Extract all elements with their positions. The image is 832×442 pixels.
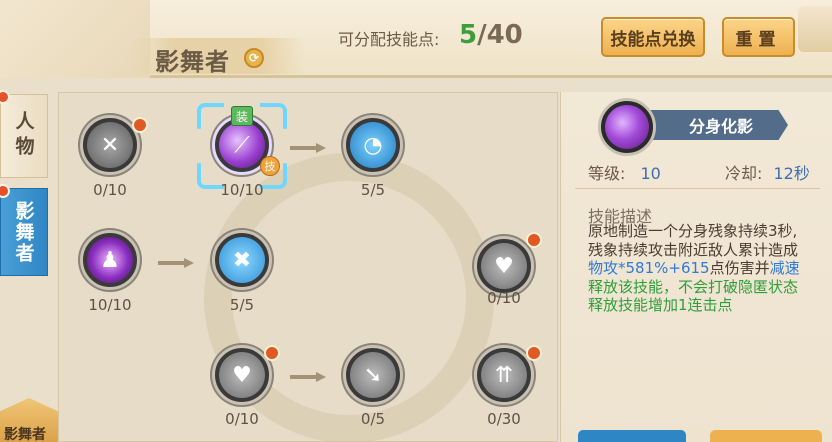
bottom-class-tab[interactable]: 影舞者	[0, 398, 58, 442]
skill-node[interactable]: ⇈	[474, 345, 534, 405]
desc-green-line: 释放技能增加1连击点	[588, 296, 733, 314]
skill-node[interactable]: ➘	[343, 345, 403, 405]
detail-skill-icon	[598, 98, 656, 156]
upgrade-dot	[132, 117, 148, 133]
skill-node[interactable]: ◔	[343, 115, 403, 175]
tab-class[interactable]: 影舞者	[0, 188, 48, 276]
skill-node[interactable]: ♟	[80, 230, 140, 290]
skill-node[interactable]: ✕	[80, 115, 140, 175]
character-portrait	[0, 0, 150, 78]
points-value: 5/40	[459, 20, 523, 50]
level-stat: 等级: 10	[588, 160, 661, 184]
skill-level: 0/5	[360, 410, 386, 428]
blue-swirl-icon: ◔	[350, 122, 396, 168]
skill-description: 原地制造一个分身残象持续3秒, 残象持续攻击附近敌人累计造成 物攻*581%+6…	[588, 222, 824, 315]
purple-slash-icon: ⟋	[219, 122, 265, 168]
level-label: 等级:	[588, 164, 626, 183]
equipped-badge: 装	[231, 106, 253, 126]
skill-level: 10/10	[88, 296, 132, 314]
bottom-blue-button[interactable]	[578, 430, 686, 442]
desc-green-line: 释放该技能，不会打破隐匿状态	[588, 277, 799, 296]
skill-level: 10/10	[220, 181, 264, 199]
cooldown-label: 冷却:	[725, 164, 763, 183]
skill-node[interactable]: ♥	[212, 345, 272, 405]
character-name: 影舞者	[155, 48, 230, 76]
tab-person[interactable]: 人物	[0, 94, 48, 178]
points-sep: /	[477, 20, 487, 50]
level-value: 10	[640, 164, 661, 183]
top-bar: 影舞者 ⟳ 可分配技能点: 5/40 技能点兑换 重置	[0, 0, 832, 78]
desc-line: 残象持续攻击附近敌人累计造成	[588, 240, 799, 259]
points-current: 5	[459, 20, 478, 50]
arrow-right-icon	[290, 143, 326, 153]
upgrade-dot	[264, 345, 280, 361]
desc-line: 物攻*581%+615点伤害并减速	[588, 259, 824, 278]
purple-silhouette-icon: ♟	[87, 237, 133, 283]
triple-arrow-up-icon: ⇈	[481, 352, 527, 398]
active-skill-badge: 技	[260, 156, 280, 176]
skill-level: 5/5	[360, 181, 386, 199]
upgrade-dot	[526, 345, 542, 361]
reset-button[interactable]: 重置	[722, 17, 795, 57]
heart-face-icon: ♥	[219, 352, 265, 398]
upgrade-dot	[526, 232, 542, 248]
cooldown-stat: 冷却: 12秒	[725, 160, 810, 184]
skill-level: 0/10	[487, 289, 521, 307]
blue-cross-blades-icon: ✖	[219, 237, 265, 283]
heart-plus-icon: ♥	[481, 243, 527, 289]
arrow-right-icon	[290, 372, 326, 382]
points-label: 可分配技能点:	[338, 30, 440, 49]
detail-skill-name-text: 分身化影	[688, 117, 753, 136]
desc-damage: 物攻*581%+615	[588, 259, 710, 277]
arrow-strike-icon: ➘	[350, 352, 396, 398]
swap-icon[interactable]: ⟳	[244, 48, 264, 68]
points-max: 40	[486, 20, 523, 50]
bottom-tab-label: 影舞者	[4, 427, 46, 442]
skill-node[interactable]: ✖	[212, 230, 272, 290]
shield-cross-icon: ✕	[87, 122, 133, 168]
skill-level: 0/30	[487, 410, 521, 428]
bottom-orange-button[interactable]	[710, 430, 822, 442]
desc-line: 原地制造一个分身残象持续3秒,	[588, 222, 798, 240]
skill-level: 5/5	[229, 296, 255, 314]
skill-level: 0/10	[93, 181, 127, 199]
skill-level: 0/10	[225, 410, 259, 428]
exchange-points-button[interactable]: 技能点兑换	[601, 17, 705, 57]
tab-person-label: 人物	[12, 111, 35, 161]
divider	[575, 188, 820, 189]
cooldown-value: 12秒	[773, 164, 810, 183]
tab-class-label: 影舞者	[12, 200, 35, 264]
desc-slow: 减速	[769, 259, 800, 277]
skill-node[interactable]: ♥	[474, 236, 534, 296]
arrow-right-icon	[158, 258, 194, 268]
close-tab[interactable]	[798, 6, 832, 52]
desc-text: 点伤害并	[709, 259, 770, 277]
